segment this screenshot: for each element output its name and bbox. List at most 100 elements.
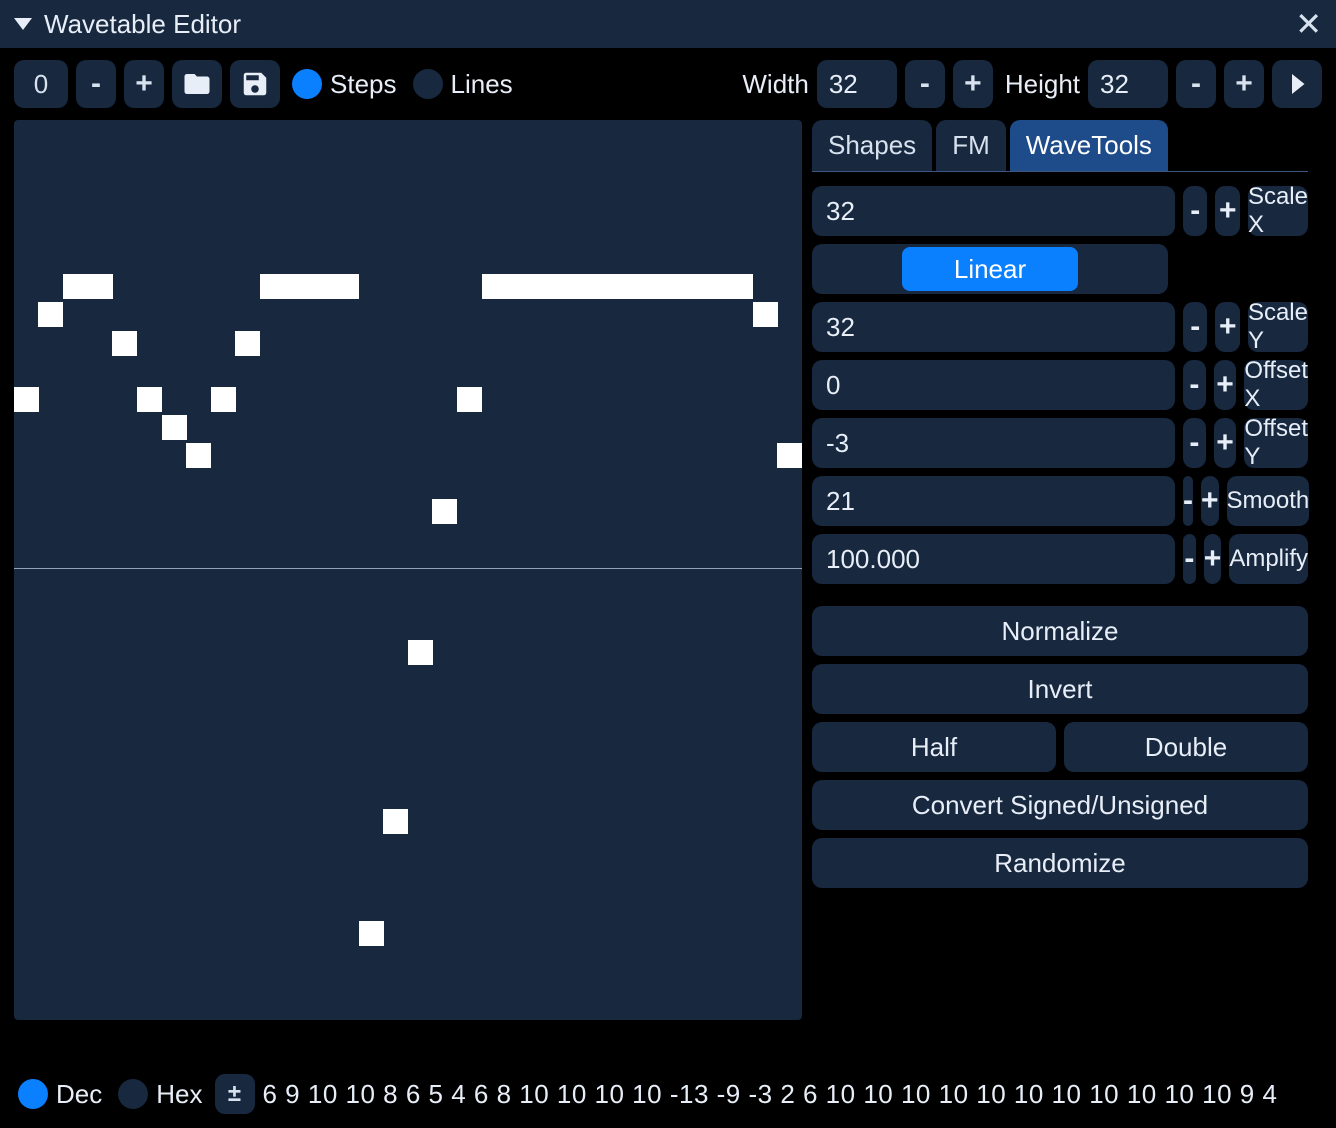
step-block [432, 499, 457, 524]
step-block [63, 274, 88, 299]
save-icon [240, 69, 270, 99]
interpolation-linear-segment: Linear [902, 247, 1078, 291]
lines-radio-label: Lines [451, 69, 513, 100]
radio-dot-icon [292, 69, 322, 99]
smooth-minus-button[interactable]: - [1183, 476, 1193, 526]
step-block [112, 331, 137, 356]
half-button[interactable]: Half [812, 722, 1056, 772]
steps-radio[interactable]: Steps [288, 69, 401, 100]
sign-toggle-button[interactable]: ± [215, 1074, 255, 1114]
convert-signed-button[interactable]: Convert Signed/Unsigned [812, 780, 1308, 830]
width-label: Width [742, 69, 808, 100]
dec-radio-label: Dec [56, 1079, 102, 1110]
step-block [482, 274, 507, 299]
tab-fm[interactable]: FM [936, 120, 1006, 171]
scale-y-action[interactable]: Scale Y [1248, 302, 1308, 352]
step-block [753, 302, 778, 327]
step-block [162, 415, 187, 440]
offset-y-action[interactable]: Offset Y [1244, 418, 1308, 468]
save-button[interactable] [230, 60, 280, 108]
amplify-action[interactable]: Amplify [1229, 534, 1308, 584]
offset-x-input[interactable] [812, 360, 1175, 410]
step-block [703, 274, 728, 299]
amplify-plus-button[interactable]: + [1204, 534, 1222, 584]
tab-shapes[interactable]: Shapes [812, 120, 932, 171]
scale-y-minus-button[interactable]: - [1183, 302, 1207, 352]
smooth-input[interactable] [812, 476, 1175, 526]
index-plus-button[interactable]: + [124, 60, 164, 108]
scale-x-input[interactable] [812, 186, 1175, 236]
top-toolbar: 0 - + Steps Lines Width - + Height - + [0, 48, 1336, 120]
step-block [334, 274, 359, 299]
step-block [777, 443, 802, 468]
width-plus-button[interactable]: + [953, 60, 993, 108]
invert-button[interactable]: Invert [812, 664, 1308, 714]
hex-radio[interactable]: Hex [114, 1079, 206, 1110]
offset-y-input[interactable] [812, 418, 1175, 468]
scale-y-input[interactable] [812, 302, 1175, 352]
offset-x-action[interactable]: Offset X [1244, 360, 1308, 410]
lines-radio[interactable]: Lines [409, 69, 517, 100]
step-block [14, 387, 39, 412]
double-button[interactable]: Double [1064, 722, 1308, 772]
offset-y-plus-button[interactable]: + [1214, 418, 1237, 468]
collapse-icon[interactable] [14, 18, 32, 30]
radio-dot-icon [18, 1079, 48, 1109]
window-title: Wavetable Editor [44, 9, 241, 40]
step-block [408, 640, 433, 665]
offset-y-minus-button[interactable]: - [1183, 418, 1206, 468]
hex-radio-label: Hex [156, 1079, 202, 1110]
step-block [629, 274, 654, 299]
index-minus-button[interactable]: - [76, 60, 116, 108]
width-minus-button[interactable]: - [905, 60, 945, 108]
step-block [186, 443, 211, 468]
height-minus-button[interactable]: - [1176, 60, 1216, 108]
step-block [556, 274, 581, 299]
step-block [457, 387, 482, 412]
open-button[interactable] [172, 60, 222, 108]
step-block [728, 274, 753, 299]
step-block [605, 274, 630, 299]
dec-radio[interactable]: Dec [14, 1079, 106, 1110]
offset-x-plus-button[interactable]: + [1214, 360, 1237, 410]
step-block [137, 387, 162, 412]
step-block [654, 274, 679, 299]
close-icon[interactable]: ✕ [1295, 8, 1322, 40]
smooth-action[interactable]: Smooth [1227, 476, 1310, 526]
height-input[interactable] [1088, 60, 1168, 108]
steps-radio-label: Steps [330, 69, 397, 100]
amplify-input[interactable] [812, 534, 1175, 584]
normalize-button[interactable]: Normalize [812, 606, 1308, 656]
step-block [235, 331, 260, 356]
randomize-button[interactable]: Randomize [812, 838, 1308, 888]
scale-x-plus-button[interactable]: + [1215, 186, 1239, 236]
scale-x-minus-button[interactable]: - [1183, 186, 1207, 236]
folder-open-icon [182, 69, 212, 99]
bottom-bar: Dec Hex ± 6 9 10 10 8 6 5 4 6 8 10 10 10… [0, 1066, 1336, 1128]
wave-index-field[interactable]: 0 [14, 60, 68, 108]
step-block [531, 274, 556, 299]
scale-x-action[interactable]: Scale X [1248, 186, 1308, 236]
tool-tabs: Shapes FM WaveTools [812, 120, 1308, 172]
scale-y-plus-button[interactable]: + [1215, 302, 1239, 352]
step-block [506, 274, 531, 299]
radio-dot-icon [118, 1079, 148, 1109]
step-block [38, 302, 63, 327]
offset-x-minus-button[interactable]: - [1183, 360, 1206, 410]
width-input[interactable] [817, 60, 897, 108]
amplify-minus-button[interactable]: - [1183, 534, 1196, 584]
height-label: Height [1005, 69, 1080, 100]
waveform-canvas[interactable] [14, 120, 802, 1020]
smooth-plus-button[interactable]: + [1201, 476, 1219, 526]
step-block [88, 274, 113, 299]
step-block [211, 387, 236, 412]
interpolation-toggle[interactable]: Linear [812, 244, 1168, 294]
step-block [580, 274, 605, 299]
step-block [383, 809, 408, 834]
tab-wavetools[interactable]: WaveTools [1010, 120, 1168, 171]
height-plus-button[interactable]: + [1224, 60, 1264, 108]
step-block [359, 921, 384, 946]
next-button[interactable] [1272, 60, 1322, 108]
step-block [309, 274, 334, 299]
values-strip[interactable]: 6 9 10 10 8 6 5 4 6 8 10 10 10 10 -13 -9… [263, 1079, 1278, 1110]
